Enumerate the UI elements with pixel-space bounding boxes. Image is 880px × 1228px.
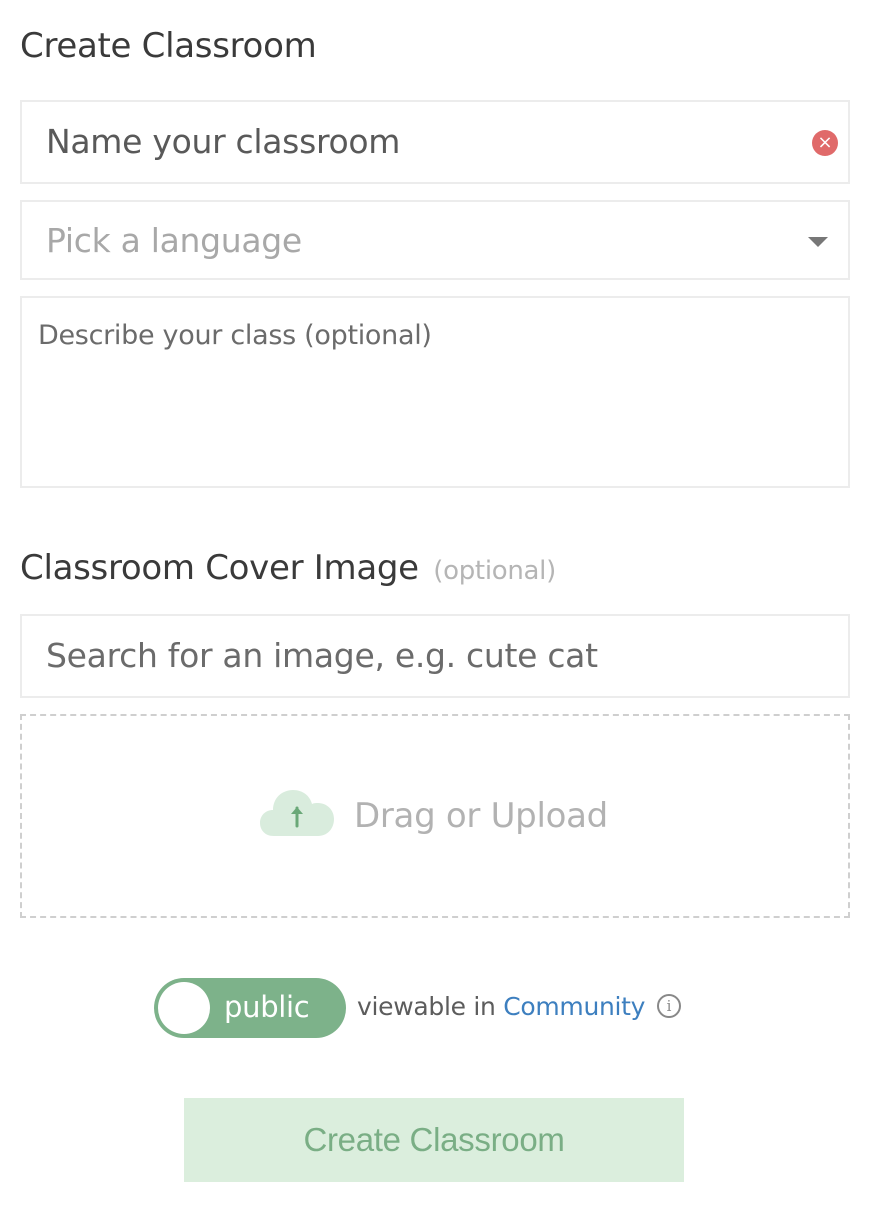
public-toggle[interactable]: public: [154, 978, 346, 1038]
chevron-down-icon[interactable]: [808, 237, 828, 247]
cover-image-title: Classroom Cover Image: [20, 548, 419, 588]
description-textarea[interactable]: Describe your class (optional): [20, 296, 850, 488]
image-search-placeholder: Search for an image, e.g. cute cat: [46, 636, 598, 675]
create-classroom-page: Create Classroom Name your classroom × P…: [0, 0, 880, 1228]
visibility-label: viewable in: [357, 992, 496, 1021]
dropzone-label: Drag or Upload: [354, 796, 608, 836]
image-dropzone[interactable]: Drag or Upload: [20, 714, 850, 918]
classroom-name-input[interactable]: Name your classroom: [46, 122, 400, 161]
toggle-label: public: [224, 990, 310, 1024]
cover-image-section-title: Classroom Cover Image (optional): [20, 548, 556, 588]
image-search-input[interactable]: Search for an image, e.g. cute cat: [20, 614, 850, 698]
language-select[interactable]: Pick a language: [20, 200, 850, 280]
close-circle-icon[interactable]: ×: [812, 130, 838, 156]
visibility-text: viewable in Community i: [357, 992, 681, 1021]
page-title: Create Classroom: [20, 26, 317, 66]
optional-label: (optional): [433, 556, 556, 586]
info-icon[interactable]: i: [656, 994, 681, 1018]
toggle-knob[interactable]: [158, 982, 210, 1034]
description-placeholder: Describe your class (optional): [38, 320, 432, 351]
create-classroom-button[interactable]: Create Classroom: [184, 1098, 684, 1182]
language-select-placeholder: Pick a language: [46, 221, 302, 260]
classroom-name-field[interactable]: Name your classroom ×: [20, 100, 850, 184]
community-link[interactable]: Community: [503, 992, 645, 1021]
cloud-upload-icon: [260, 790, 334, 836]
